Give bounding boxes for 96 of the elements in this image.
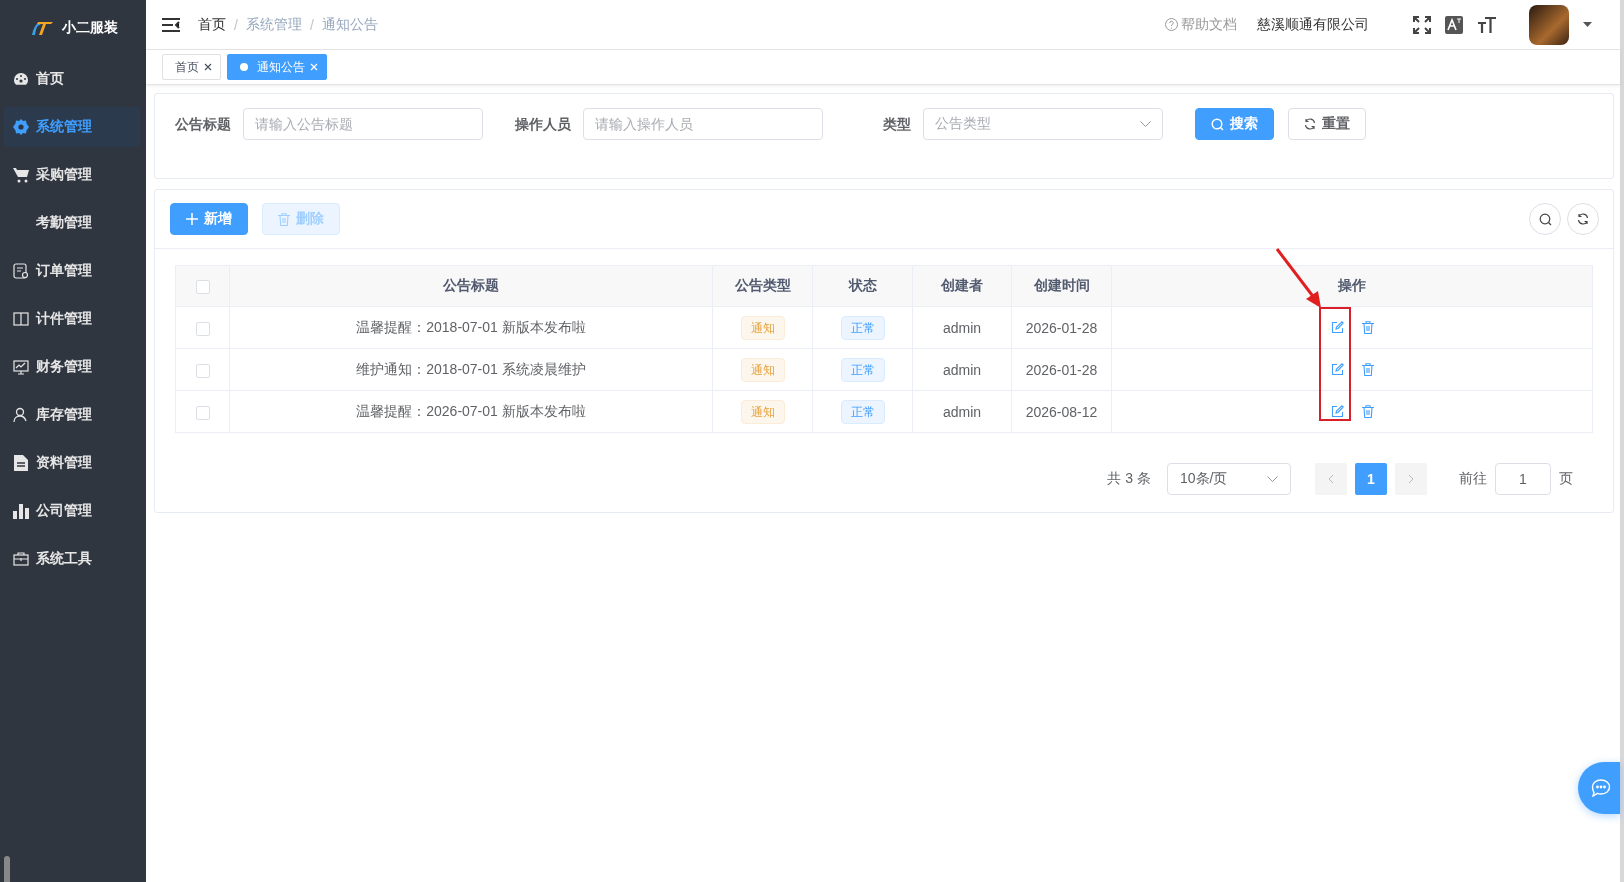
chat-button[interactable] — [1578, 762, 1620, 814]
table-cell: admin — [912, 348, 1012, 391]
sidebar-item[interactable]: 库存管理 — [4, 395, 140, 435]
plus-icon — [186, 213, 198, 225]
company-name: 慈溪顺通有限公司 — [1257, 15, 1369, 34]
gear-icon — [13, 119, 29, 135]
total-count: 共 3 条 — [1107, 470, 1151, 488]
search-icon — [1211, 117, 1224, 131]
type-tag: 通知 — [740, 399, 785, 424]
column-header: 创建者 — [912, 265, 1012, 307]
trash-icon[interactable] — [1361, 321, 1374, 334]
column-header: 公告类型 — [712, 265, 813, 307]
page-tab[interactable]: 首页 — [162, 54, 221, 80]
close-icon[interactable] — [204, 63, 212, 71]
table-cell: 温馨提醒：2018-07-01 新版本发布啦 — [229, 306, 713, 349]
status-tag: 正常 — [840, 357, 885, 382]
filter-label: 公告标题 — [175, 115, 231, 134]
edit-icon[interactable] — [1330, 321, 1344, 334]
table-cell: admin — [912, 390, 1012, 433]
user-icon — [13, 407, 29, 423]
form-icon — [13, 263, 29, 279]
chevron-left-icon — [1328, 474, 1334, 484]
sidebar-item[interactable]: 首页 — [4, 59, 140, 99]
cart-icon — [12, 167, 30, 183]
chat-bubble-icon — [1591, 779, 1611, 797]
refresh-icon — [1304, 118, 1316, 130]
sidebar-item[interactable]: 计件管理 — [4, 299, 140, 339]
page-size-select[interactable]: 10条/页 — [1167, 463, 1291, 495]
text-input-field[interactable]: 请输入公告标题 — [243, 108, 483, 140]
row-checkbox[interactable] — [195, 363, 210, 378]
breadcrumb-separator: / — [309, 16, 314, 33]
fullscreen-icon[interactable] — [1413, 15, 1431, 34]
menu-icon[interactable] — [162, 17, 180, 32]
bar-chart-icon — [13, 503, 29, 519]
sidebar-item[interactable]: 考勤管理 — [4, 203, 140, 243]
sidebar-item[interactable]: 公司管理 — [4, 491, 140, 531]
filter-label: 类型 — [883, 115, 911, 134]
column-header: 状态 — [812, 265, 913, 307]
refresh-icon — [1577, 213, 1589, 225]
search-toggle-button[interactable] — [1529, 203, 1561, 235]
trash-icon[interactable] — [1361, 363, 1374, 376]
breadcrumb-item[interactable]: 首页 — [198, 15, 226, 34]
status-tag: 正常 — [840, 315, 885, 340]
table-cell: admin — [912, 306, 1012, 349]
book-icon — [13, 312, 29, 326]
status-tag: 正常 — [840, 399, 885, 424]
filter-label: 操作人员 — [515, 115, 571, 134]
dot-icon — [240, 63, 248, 71]
page-input-field[interactable]: 1 — [1495, 463, 1551, 495]
annotation-arrow — [1275, 247, 1323, 309]
edit-icon[interactable] — [1330, 363, 1344, 376]
sidebar-item[interactable]: 系统工具 — [4, 539, 140, 579]
app-name: 小二服装 — [62, 19, 118, 37]
type-tag: 通知 — [740, 315, 785, 340]
table-cell: 2026-08-12 — [1011, 390, 1112, 433]
column-header: 公告标题 — [229, 265, 713, 307]
document-icon — [14, 455, 28, 471]
breadcrumb-item: 通知公告 — [321, 15, 378, 34]
edit-icon[interactable] — [1330, 405, 1344, 418]
font-size-icon[interactable] — [1477, 15, 1497, 34]
row-checkbox[interactable] — [195, 321, 210, 336]
monitor-icon — [13, 359, 29, 375]
goto-label: 前往 — [1459, 470, 1487, 488]
sidebar-item[interactable]: 系统管理 — [4, 107, 140, 147]
table-cell: 2026-01-28 — [1011, 348, 1112, 391]
trash-icon[interactable] — [1361, 405, 1374, 418]
briefcase-icon — [13, 552, 29, 566]
avatar-photo-placeholder[interactable] — [1529, 4, 1569, 45]
search-icon — [1538, 212, 1552, 226]
column-header: 创建时间 — [1011, 265, 1112, 307]
table-cell: 维护通知：2018-07-01 系统凌晨维护 — [229, 348, 713, 391]
reset-button[interactable]: 重置 — [1288, 108, 1366, 140]
caret-icon[interactable] — [1583, 22, 1592, 27]
row-checkbox[interactable] — [195, 405, 210, 420]
column-header: 操作 — [1111, 265, 1593, 307]
text-input-field[interactable]: 请输入操作人员 — [583, 108, 823, 140]
trash-icon — [278, 212, 290, 226]
sidebar-item[interactable]: 财务管理 — [4, 347, 140, 387]
sidebar-item[interactable]: 采购管理 — [4, 155, 140, 195]
page-suffix: 页 — [1559, 470, 1573, 488]
scrollbar-thumb[interactable] — [4, 856, 10, 882]
table-cell: 2026-01-28 — [1011, 306, 1112, 349]
dashboard-icon — [13, 72, 29, 86]
sidebar-item[interactable]: 订单管理 — [4, 251, 140, 291]
breadcrumb-item: 系统管理 — [245, 15, 302, 34]
chevron-down-icon — [1267, 476, 1278, 482]
select-all-checkbox[interactable] — [195, 280, 210, 295]
refresh-button[interactable] — [1567, 203, 1599, 235]
translate-icon[interactable] — [1445, 15, 1463, 34]
type-tag: 通知 — [740, 357, 785, 382]
help-icon — [1165, 18, 1178, 31]
sidebar-item[interactable]: 资料管理 — [4, 443, 140, 483]
chevron-down-icon — [1140, 121, 1151, 127]
chevron-right-icon — [1408, 474, 1414, 484]
table-cell: 温馨提醒：2026-07-01 新版本发布啦 — [229, 390, 713, 433]
breadcrumb-separator: / — [234, 16, 238, 33]
